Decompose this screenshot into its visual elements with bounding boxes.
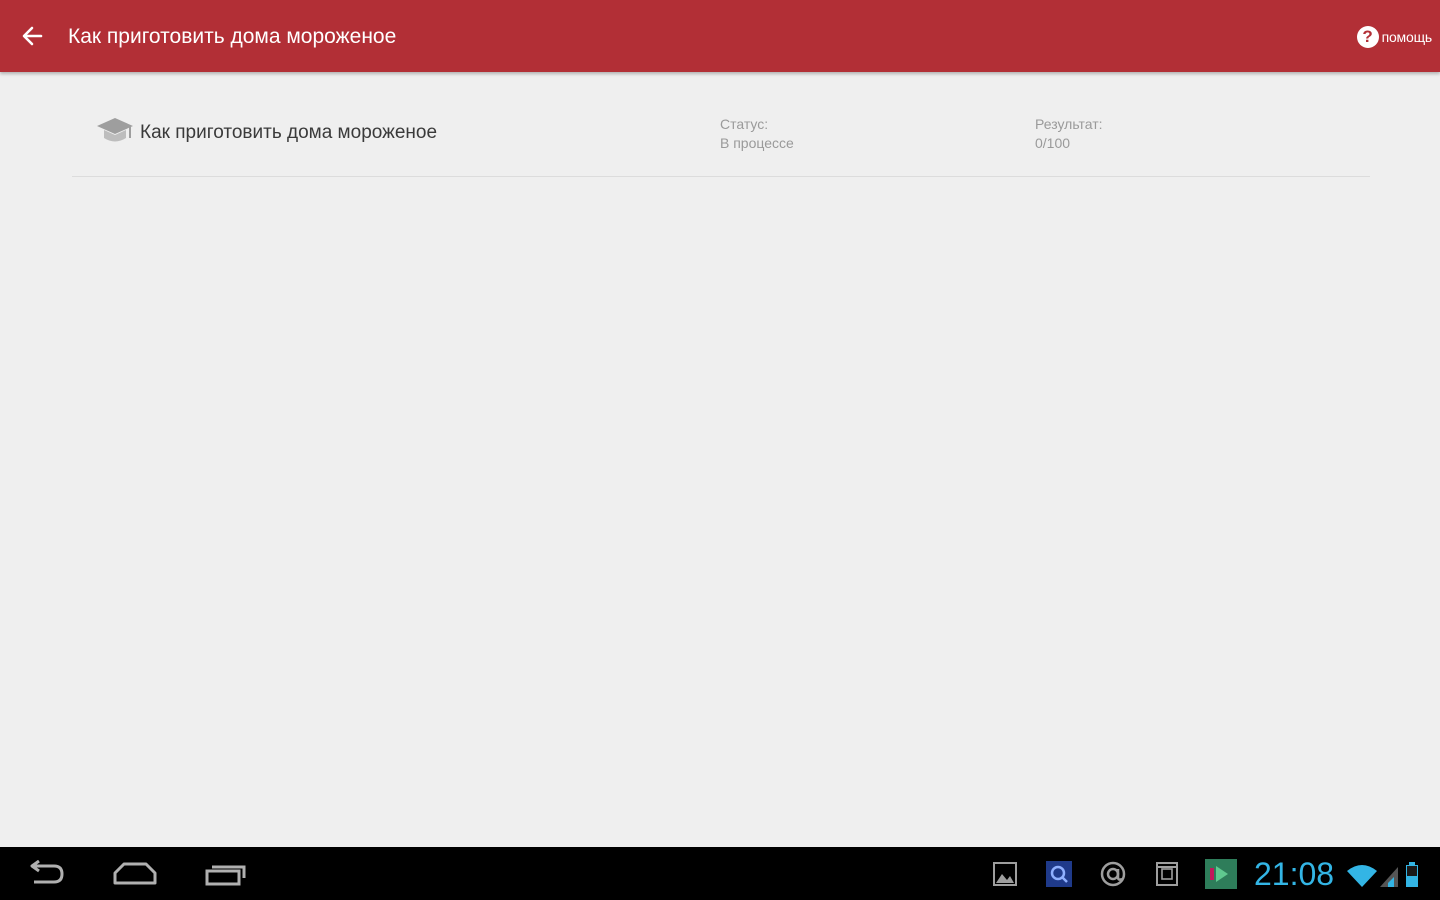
status-label: Статус: bbox=[720, 116, 769, 132]
back-icon bbox=[30, 860, 64, 884]
email-icon bbox=[1100, 861, 1126, 887]
arrow-back-icon bbox=[22, 26, 43, 46]
gallery-button[interactable] bbox=[990, 859, 1020, 889]
result-label: Результат: bbox=[1035, 116, 1103, 132]
recent-apps-icon bbox=[205, 865, 246, 886]
search-app-icon bbox=[1046, 861, 1072, 887]
result-value: 0/100 bbox=[1035, 135, 1071, 151]
app-bar: Как приготовить дома мороженое ? помощь bbox=[0, 0, 1440, 72]
wifi-icon bbox=[1347, 865, 1377, 887]
status-clock: 21:08 bbox=[1254, 856, 1335, 892]
nav-recent-apps-button[interactable] bbox=[198, 855, 254, 893]
course-list-item[interactable]: Как приготовить дома мороженое Статус: В… bbox=[72, 102, 1370, 177]
gallery-icon bbox=[993, 862, 1017, 886]
calendar-icon bbox=[1156, 862, 1178, 886]
main-content: Как приготовить дома мороженое Статус: В… bbox=[0, 72, 1440, 847]
play-store-button[interactable] bbox=[1204, 859, 1238, 889]
search-app-button[interactable] bbox=[1044, 859, 1074, 889]
email-button[interactable] bbox=[1098, 859, 1128, 889]
signal-icon bbox=[1380, 867, 1398, 887]
status-value: В процессе bbox=[720, 135, 794, 151]
graduation-cap-icon bbox=[97, 118, 133, 142]
calendar-button[interactable] bbox=[1152, 859, 1182, 889]
nav-home-button[interactable] bbox=[107, 855, 163, 893]
status-icons bbox=[1347, 862, 1418, 887]
back-button[interactable] bbox=[14, 18, 50, 54]
battery-icon bbox=[1406, 862, 1418, 887]
play-store-icon bbox=[1205, 859, 1237, 889]
help-label: помощь bbox=[1381, 29, 1433, 45]
help-icon: ? bbox=[1356, 26, 1379, 48]
help-button[interactable]: ? помощь bbox=[1356, 24, 1433, 50]
page-title: Как приготовить дома мороженое bbox=[68, 25, 397, 48]
nav-back-button[interactable] bbox=[18, 855, 74, 893]
course-title: Как приготовить дома мороженое bbox=[140, 122, 438, 143]
home-icon bbox=[113, 862, 157, 885]
system-bar: 21:08 bbox=[0, 847, 1440, 900]
